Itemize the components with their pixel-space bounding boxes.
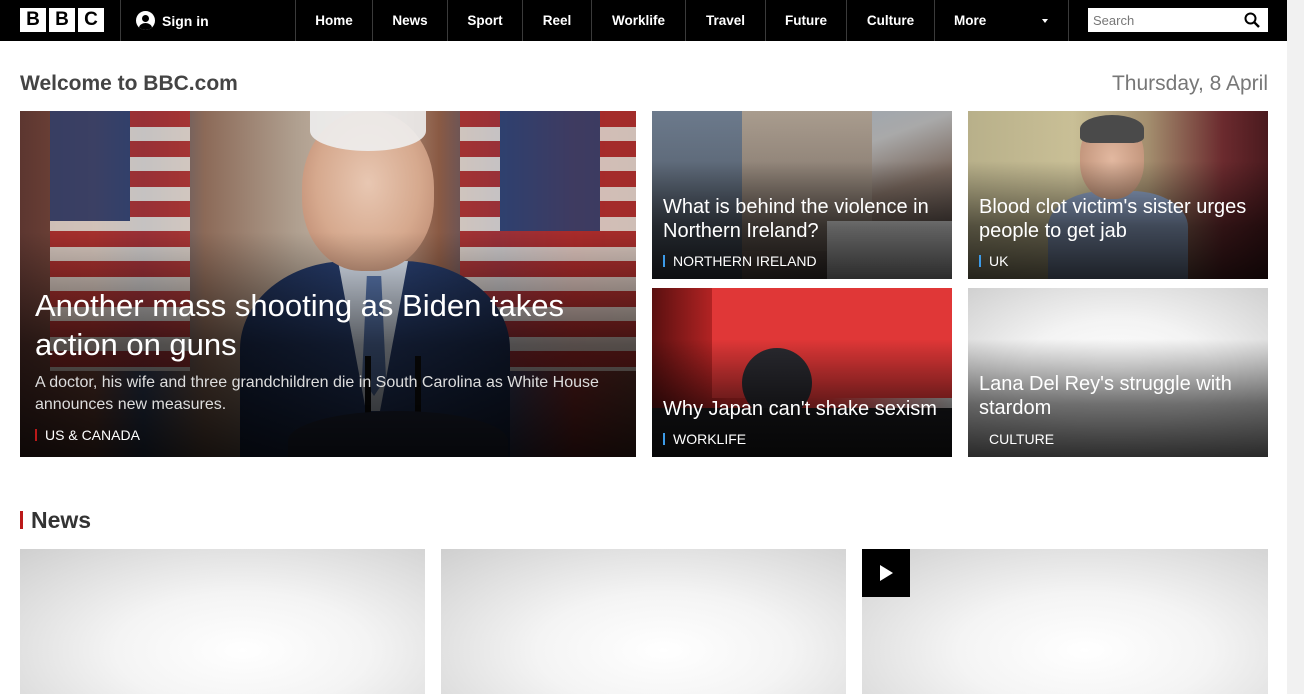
hero-story-tile[interactable]: Another mass shooting as Biden takes act… xyxy=(20,111,636,457)
story-headline[interactable]: What is behind the violence in Northern … xyxy=(663,195,948,243)
news-card-image[interactable] xyxy=(862,549,1268,694)
search-box xyxy=(1088,8,1268,32)
logo-letter: B xyxy=(20,8,46,32)
nav-news[interactable]: News xyxy=(373,0,447,41)
story-headline[interactable]: Why Japan can't shake sexism xyxy=(663,397,948,421)
divider xyxy=(120,0,121,41)
tile-image-part xyxy=(1080,115,1144,143)
logo-letter: B xyxy=(49,8,75,32)
nav-culture[interactable]: Culture xyxy=(847,0,934,41)
section-accent-bar xyxy=(20,511,23,529)
nav-future[interactable]: Future xyxy=(766,0,846,41)
play-icon[interactable] xyxy=(862,549,910,597)
search-input[interactable] xyxy=(1088,8,1238,32)
scrollbar[interactable] xyxy=(1287,0,1304,694)
nav-reel[interactable]: Reel xyxy=(523,0,591,41)
story-section-tag[interactable]: CULTURE xyxy=(979,431,1054,447)
story-tile[interactable]: What is behind the violence in Northern … xyxy=(652,111,952,279)
top-navigation-bar: B B C Sign in Home News Sport Reel Workl… xyxy=(0,0,1287,41)
story-section-tag[interactable]: WORKLIFE xyxy=(663,431,746,447)
nav-home[interactable]: Home xyxy=(296,0,372,41)
sign-in-label: Sign in xyxy=(162,12,209,29)
story-tile[interactable]: Why Japan can't shake sexism WORKLIFE xyxy=(652,288,952,457)
hero-summary: A doctor, his wife and three grandchildr… xyxy=(35,374,599,413)
story-section-tag[interactable]: UK xyxy=(979,253,1008,269)
news-section-heading[interactable]: News xyxy=(31,507,91,534)
search-icon[interactable] xyxy=(1244,12,1260,28)
welcome-title: Welcome to BBC.com xyxy=(20,72,238,95)
story-tile[interactable]: Blood clot victim's sister urges people … xyxy=(968,111,1268,279)
nav-travel[interactable]: Travel xyxy=(686,0,765,41)
logo-letter: C xyxy=(78,8,104,32)
user-icon xyxy=(136,11,155,30)
news-card-image[interactable] xyxy=(441,549,846,694)
news-card-image[interactable] xyxy=(20,549,425,694)
story-section-tag[interactable]: NORTHERN IRELAND xyxy=(663,253,817,269)
hero-image-figure xyxy=(310,111,426,151)
sign-in-button[interactable]: Sign in xyxy=(136,0,209,41)
bbc-logo[interactable]: B B C xyxy=(20,8,104,32)
divider xyxy=(1068,0,1069,41)
hero-headline[interactable]: Another mass shooting as Biden takes act… xyxy=(35,286,625,364)
nav-more-label: More xyxy=(954,13,987,28)
story-headline[interactable]: Lana Del Rey's struggle with stardom xyxy=(979,372,1264,420)
chevron-down-icon xyxy=(1042,19,1048,23)
story-headline[interactable]: Blood clot victim's sister urges people … xyxy=(979,195,1264,243)
story-tile[interactable]: Lana Del Rey's struggle with stardom CUL… xyxy=(968,288,1268,457)
nav-more-dropdown[interactable]: More xyxy=(935,0,1069,41)
nav-sport[interactable]: Sport xyxy=(448,0,522,41)
nav-worklife[interactable]: Worklife xyxy=(592,0,685,41)
hero-section-tag[interactable]: US & CANADA xyxy=(35,427,140,443)
date-label: Thursday, 8 April xyxy=(1111,72,1268,95)
